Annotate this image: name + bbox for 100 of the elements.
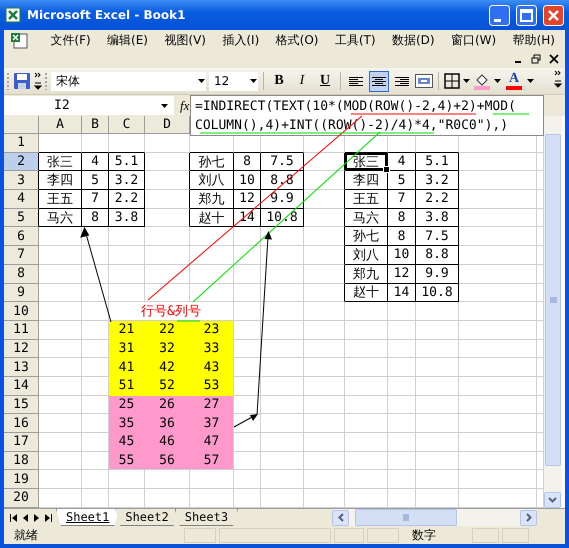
- name-box[interactable]: I2: [4, 96, 174, 115]
- scroll-down-button[interactable]: [544, 492, 561, 508]
- grid-cell[interactable]: [304, 264, 345, 284]
- align-center-button[interactable]: [369, 70, 389, 92]
- row-header[interactable]: 4: [4, 190, 39, 209]
- caret-icon[interactable]: [198, 79, 205, 83]
- menu-item[interactable]: 窗口(W): [448, 32, 498, 48]
- column-header[interactable]: C: [109, 116, 145, 134]
- table-cell: 12: [234, 190, 261, 209]
- insert-function-button[interactable]: fx: [180, 98, 190, 114]
- fill-color-icon[interactable]: [473, 72, 491, 90]
- toolbar-options-icon[interactable]: [34, 71, 42, 91]
- underline-button[interactable]: U: [315, 70, 335, 92]
- table-cell: 23: [190, 320, 234, 340]
- caret-icon[interactable]: [527, 79, 534, 83]
- workbook-icon[interactable]: [10, 32, 28, 48]
- row-header[interactable]: 18: [4, 452, 39, 470]
- grid-cell[interactable]: [304, 190, 345, 209]
- row-header[interactable]: 9: [4, 284, 39, 302]
- row-header[interactable]: 19: [4, 470, 39, 490]
- horizontal-scrollbar[interactable]: [332, 509, 537, 526]
- row-header[interactable]: 2: [4, 152, 39, 172]
- scroll-right-button[interactable]: [520, 510, 537, 526]
- status-panel: [502, 528, 529, 542]
- caret-icon[interactable]: [250, 79, 257, 83]
- toolbar-grip-icon[interactable]: [7, 72, 10, 90]
- column-header[interactable]: A: [39, 116, 82, 134]
- row-header[interactable]: 3: [4, 171, 39, 190]
- caret-icon[interactable]: [494, 79, 501, 83]
- scroll-thumb[interactable]: [355, 509, 457, 526]
- font-dropdown[interactable]: 宋体: [51, 72, 206, 90]
- menu-item[interactable]: 编辑(E): [105, 32, 150, 48]
- table-cell: 赵十: [190, 208, 234, 228]
- column-header[interactable]: D: [145, 116, 190, 134]
- fill-handle[interactable]: [383, 166, 390, 174]
- font-color-button[interactable]: A: [504, 70, 524, 92]
- table-cell: 26: [145, 396, 190, 414]
- status-panel: [472, 528, 499, 542]
- row-header[interactable]: 1: [4, 134, 39, 153]
- borders-icon[interactable]: [444, 73, 460, 89]
- row-header[interactable]: 11: [4, 320, 39, 340]
- next-sheet-icon[interactable]: [34, 514, 39, 522]
- scroll-left-button[interactable]: [332, 510, 349, 526]
- column-header[interactable]: B: [82, 116, 109, 134]
- row-header[interactable]: 14: [4, 376, 39, 396]
- row-header[interactable]: 17: [4, 433, 39, 452]
- toolbar-options-icon[interactable]: [554, 69, 562, 89]
- grid-cell[interactable]: [145, 208, 190, 228]
- row-header[interactable]: 20: [4, 489, 39, 508]
- grid-cell[interactable]: [304, 152, 345, 172]
- grid-cell[interactable]: [304, 246, 345, 265]
- row-header[interactable]: 15: [4, 396, 39, 414]
- restore-icon[interactable]: [531, 54, 541, 64]
- save-icon[interactable]: [13, 72, 31, 90]
- grid-cell[interactable]: [304, 284, 345, 302]
- chevron-left-icon: [338, 513, 344, 522]
- table-cell: 8: [234, 152, 261, 172]
- menu-item[interactable]: 格式(O): [274, 32, 320, 48]
- table-cell: 5.1: [109, 152, 145, 172]
- last-sheet-icon[interactable]: [45, 514, 52, 522]
- row-header[interactable]: 12: [4, 340, 39, 358]
- row-header[interactable]: 7: [4, 246, 39, 265]
- first-sheet-icon[interactable]: [10, 514, 17, 522]
- merge-center-icon[interactable]: [415, 74, 433, 88]
- menu-item[interactable]: 文件(F): [48, 32, 93, 48]
- sheet-tab[interactable]: Sheet3: [174, 509, 238, 526]
- previous-sheet-icon[interactable]: [23, 514, 28, 522]
- row-header[interactable]: 5: [4, 208, 39, 228]
- table-cell: 10: [234, 171, 261, 190]
- grid-cell[interactable]: [304, 227, 345, 246]
- bold-button[interactable]: B: [269, 70, 289, 92]
- table-cell: 4: [388, 152, 416, 172]
- row-header[interactable]: 6: [4, 227, 39, 246]
- menu-item[interactable]: 数据(D): [390, 32, 437, 48]
- menu-item[interactable]: 插入(I): [220, 32, 262, 48]
- row-header[interactable]: 8: [4, 264, 39, 284]
- toolbar-grip-icon[interactable]: [45, 72, 48, 90]
- row-header[interactable]: 16: [4, 414, 39, 433]
- grid-cell[interactable]: [145, 190, 190, 209]
- scroll-thumb[interactable]: [545, 134, 561, 466]
- row-header[interactable]: 10: [4, 302, 39, 321]
- align-center-icon: [372, 76, 386, 86]
- sheet-tab[interactable]: Sheet1: [56, 509, 120, 526]
- grid-cell[interactable]: [304, 208, 345, 228]
- table-cell: 刘八: [345, 246, 388, 265]
- grid-cell[interactable]: [145, 171, 190, 190]
- maximize-icon[interactable]: [516, 4, 537, 26]
- menu-item[interactable]: 帮助(H): [510, 32, 557, 48]
- grid-cell[interactable]: [304, 171, 345, 190]
- menu-item[interactable]: 视图(V): [162, 32, 208, 48]
- row-header[interactable]: 13: [4, 358, 39, 377]
- grid-cell[interactable]: [145, 152, 190, 172]
- caret-icon[interactable]: [463, 79, 470, 83]
- table-cell: 张三: [39, 152, 82, 172]
- menu-item[interactable]: 工具(T): [332, 32, 378, 48]
- italic-button[interactable]: I: [292, 70, 312, 92]
- font-size-dropdown[interactable]: 12: [209, 72, 258, 90]
- caret-icon[interactable]: [161, 104, 168, 108]
- close-icon[interactable]: [549, 54, 559, 64]
- table-cell: 4: [82, 152, 109, 172]
